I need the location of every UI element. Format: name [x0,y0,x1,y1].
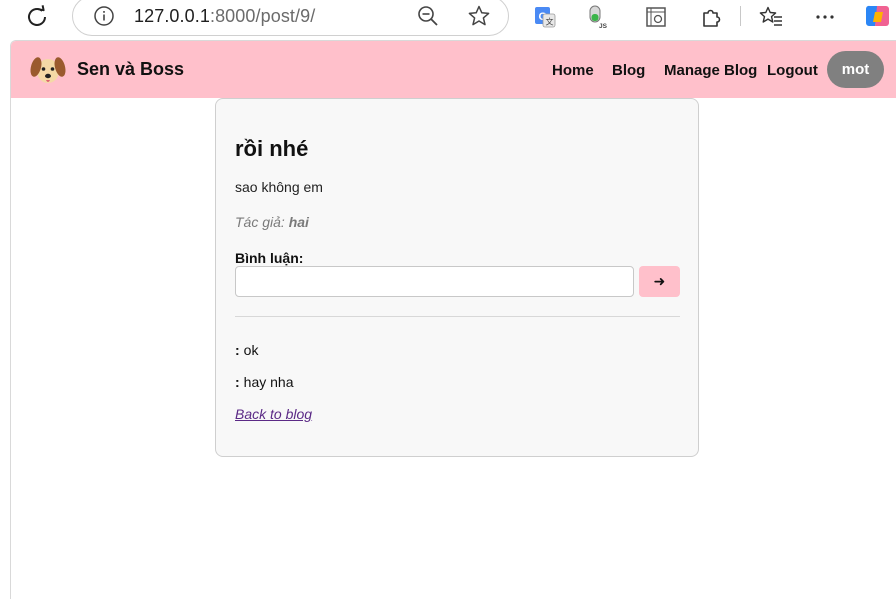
comment-input[interactable] [235,266,634,297]
url-host: 127.0.0.1 [134,6,210,26]
extensions-puzzle-icon[interactable] [698,4,724,30]
post-card: rồi nhé sao không em Tác giả: hai Bình l… [215,98,699,457]
nav-blog-link[interactable]: Blog [612,62,645,79]
comment-label: Bình luận: [235,250,304,266]
dog-logo-icon[interactable] [28,50,68,90]
comments-divider [235,316,680,317]
browser-toolbar: 127.0.0.1:8000/post/9/ G 文 JS [0,0,896,40]
post-author: Tác giả: hai [235,214,309,230]
comment-item: : ok [235,342,258,358]
author-name: hai [288,214,309,230]
user-badge[interactable]: mot [827,51,884,88]
post-body: sao không em [235,179,323,195]
nav-home-link[interactable]: Home [552,62,594,79]
copilot-icon[interactable] [864,2,892,30]
author-label: Tác giả: [235,214,285,230]
translate-extension-icon[interactable]: G 文 [532,4,558,30]
comment-text: ok [243,342,259,358]
zoom-out-icon[interactable] [417,5,439,27]
reload-icon[interactable] [24,4,50,30]
post-title: rồi nhé [235,136,309,161]
more-menu-icon[interactable] [812,4,838,30]
info-icon[interactable] [93,5,115,27]
comment-colon: : [235,342,240,358]
comment-text: hay nha [243,374,294,390]
comment-item: : hay nha [235,374,294,390]
star-icon[interactable] [467,4,491,28]
url-path: :8000/post/9/ [209,6,316,26]
site-brand[interactable]: Sen và Boss [77,59,184,80]
svg-text:JS: JS [599,23,608,30]
address-bar[interactable]: 127.0.0.1:8000/post/9/ [72,0,509,36]
url-text: 127.0.0.1:8000/post/9/ [134,6,315,27]
site-navbar: Sen và Boss Home Blog Manage Blog Logout… [11,41,896,98]
nav-logout-link[interactable]: Logout [767,62,818,79]
back-to-blog-link[interactable]: Back to blog [235,406,312,422]
send-comment-button[interactable]: ➜ [639,266,680,297]
comment-colon: : [235,374,240,390]
svg-text:文: 文 [546,17,554,27]
toolbar-separator [740,6,741,26]
nav-manage-blog-link[interactable]: Manage Blog [664,62,757,79]
page-viewport: Sen và Boss Home Blog Manage Blog Logout… [10,40,896,599]
favorites-icon[interactable] [758,4,784,30]
screenshot-extension-icon[interactable] [643,4,669,30]
js-extension-icon[interactable]: JS [587,4,613,30]
